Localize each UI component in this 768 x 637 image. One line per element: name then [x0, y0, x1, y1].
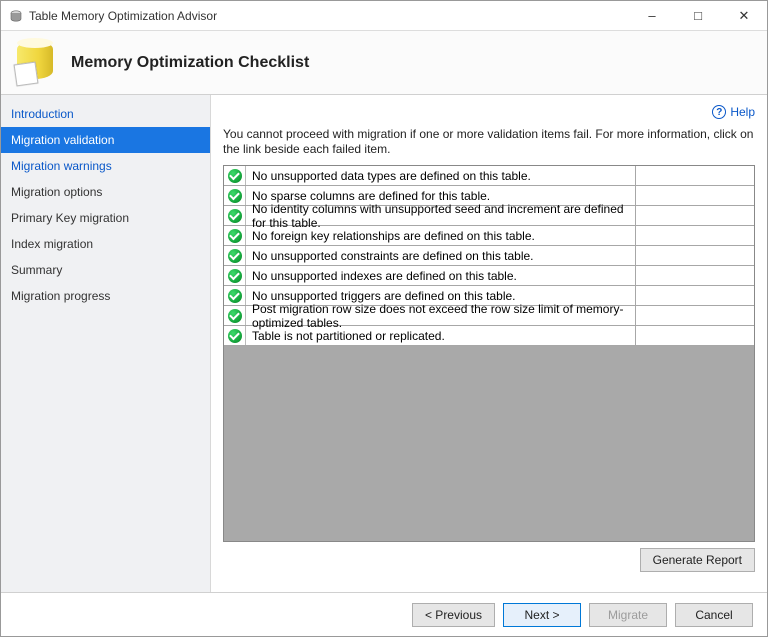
table-row: No foreign key relationships are defined… — [224, 226, 754, 246]
check-ok-icon — [228, 289, 242, 303]
window: Table Memory Optimization Advisor – □ ✕ … — [0, 0, 768, 637]
table-row: No unsupported indexes are defined on th… — [224, 266, 754, 286]
minimize-button[interactable]: – — [629, 1, 675, 31]
sidebar: Introduction Migration validation Migrat… — [1, 95, 211, 592]
main-panel: ? Help You cannot proceed with migration… — [211, 95, 767, 592]
table-row: Post migration row size does not exceed … — [224, 306, 754, 326]
previous-button[interactable]: < Previous — [412, 603, 495, 627]
window-controls: – □ ✕ — [629, 1, 767, 31]
sidebar-item-summary[interactable]: Summary — [1, 257, 210, 283]
validation-text: No unsupported indexes are defined on th… — [246, 266, 636, 285]
help-icon: ? — [712, 105, 726, 119]
maximize-button[interactable]: □ — [675, 1, 721, 31]
validation-text: Post migration row size does not exceed … — [246, 306, 636, 325]
table-row: Table is not partitioned or replicated. — [224, 326, 754, 346]
validation-link-cell — [636, 186, 754, 205]
check-ok-icon — [228, 229, 242, 243]
check-ok-icon — [228, 329, 242, 343]
validation-link-cell — [636, 326, 754, 345]
check-ok-icon — [228, 269, 242, 283]
generate-report-button[interactable]: Generate Report — [640, 548, 755, 572]
validation-link-cell — [636, 246, 754, 265]
sidebar-item-migration-validation[interactable]: Migration validation — [1, 127, 210, 153]
sidebar-item-primary-key-migration[interactable]: Primary Key migration — [1, 205, 210, 231]
sidebar-item-index-migration[interactable]: Index migration — [1, 231, 210, 257]
window-title: Table Memory Optimization Advisor — [29, 9, 629, 23]
validation-link-cell — [636, 306, 754, 325]
sidebar-item-migration-progress[interactable]: Migration progress — [1, 283, 210, 309]
wizard-icon — [15, 41, 59, 85]
check-ok-icon — [228, 309, 242, 323]
validation-description: You cannot proceed with migration if one… — [223, 127, 755, 157]
validation-text: No unsupported constraints are defined o… — [246, 246, 636, 265]
validation-text: Table is not partitioned or replicated. — [246, 326, 636, 345]
sidebar-item-migration-options[interactable]: Migration options — [1, 179, 210, 205]
table-row: No identity columns with unsupported see… — [224, 206, 754, 226]
titlebar: Table Memory Optimization Advisor – □ ✕ — [1, 1, 767, 31]
close-button[interactable]: ✕ — [721, 1, 767, 31]
header: Memory Optimization Checklist — [1, 31, 767, 95]
migrate-button: Migrate — [589, 603, 667, 627]
validation-link-cell — [636, 166, 754, 185]
validation-link-cell — [636, 226, 754, 245]
validation-link-cell — [636, 286, 754, 305]
page-title: Memory Optimization Checklist — [71, 54, 309, 72]
help-link[interactable]: ? Help — [712, 105, 755, 119]
sidebar-item-migration-warnings[interactable]: Migration warnings — [1, 153, 210, 179]
check-ok-icon — [228, 249, 242, 263]
validation-table: No unsupported data types are defined on… — [223, 165, 755, 542]
validation-link-cell — [636, 206, 754, 225]
help-link-label: Help — [730, 105, 755, 119]
check-ok-icon — [228, 209, 242, 223]
validation-text: No unsupported data types are defined on… — [246, 166, 636, 185]
validation-text: No identity columns with unsupported see… — [246, 206, 636, 225]
next-button[interactable]: Next > — [503, 603, 581, 627]
table-row: No unsupported constraints are defined o… — [224, 246, 754, 266]
table-row: No unsupported data types are defined on… — [224, 166, 754, 186]
cancel-button[interactable]: Cancel — [675, 603, 753, 627]
validation-text: No foreign key relationships are defined… — [246, 226, 636, 245]
check-ok-icon — [228, 169, 242, 183]
validation-link-cell — [636, 266, 754, 285]
wizard-footer: < Previous Next > Migrate Cancel — [1, 592, 767, 636]
check-ok-icon — [228, 189, 242, 203]
app-icon — [9, 9, 23, 23]
sidebar-item-introduction[interactable]: Introduction — [1, 101, 210, 127]
